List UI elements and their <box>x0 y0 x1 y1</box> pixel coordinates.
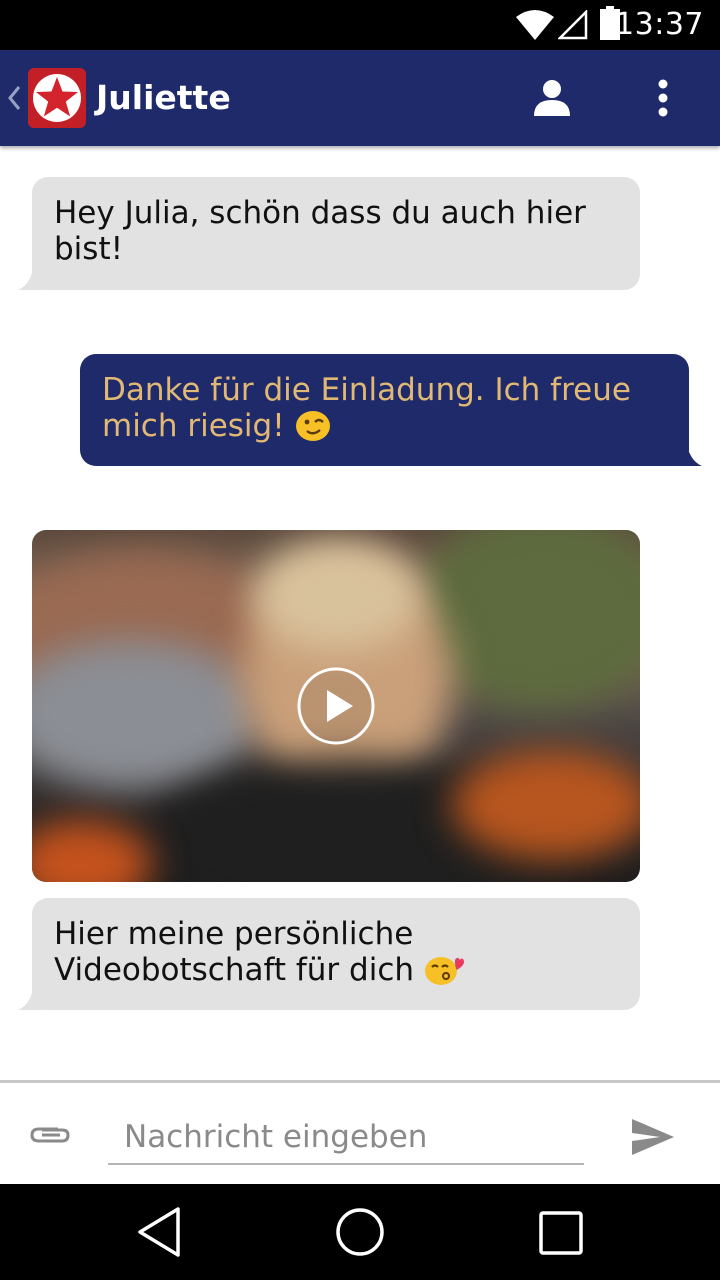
video-message[interactable] <box>32 530 640 882</box>
video-thumbnail-orange <box>452 750 640 860</box>
video-thumbnail-orange-left <box>32 820 152 882</box>
wifi-icon <box>516 10 554 40</box>
message-incoming[interactable]: Hey Julia, schön dass du auch hier bist! <box>32 177 640 290</box>
system-nav-bar <box>0 1184 720 1280</box>
message-outgoing[interactable]: Danke für die Einladung. Ich freue mich … <box>80 354 689 466</box>
status-bar: 13:37 <box>0 0 720 50</box>
back-triangle-icon[interactable] <box>136 1206 182 1258</box>
video-thumbnail-hair <box>252 540 422 650</box>
home-circle-icon[interactable] <box>334 1206 386 1258</box>
back-chevron-icon[interactable] <box>6 84 22 112</box>
more-vert-icon[interactable] <box>648 78 678 118</box>
paperclip-icon[interactable] <box>28 1123 72 1147</box>
message-text: Hey Julia, schön dass du auch hier bist! <box>54 195 586 267</box>
message-text: Danke für die Einladung. Ich freue mich … <box>102 372 631 444</box>
winking-face-icon <box>295 411 330 441</box>
message-input[interactable] <box>108 1111 584 1165</box>
composer-bar <box>0 1080 720 1184</box>
kissing-heart-face-icon <box>424 957 464 985</box>
play-icon[interactable] <box>296 666 376 746</box>
profile-icon[interactable] <box>532 78 572 118</box>
recents-square-icon[interactable] <box>538 1210 584 1256</box>
app-bar: Juliette <box>0 50 720 146</box>
contact-name[interactable]: Juliette <box>96 76 231 120</box>
message-incoming[interactable]: Hier meine persönliche Videobotschaft fü… <box>32 898 640 1010</box>
send-icon[interactable] <box>630 1117 676 1157</box>
app-logo-star-icon[interactable] <box>28 68 86 128</box>
message-text: Hier meine persönliche Videobotschaft fü… <box>54 916 415 988</box>
clock: 13:37 <box>615 7 704 42</box>
cellular-signal-icon <box>558 10 588 40</box>
